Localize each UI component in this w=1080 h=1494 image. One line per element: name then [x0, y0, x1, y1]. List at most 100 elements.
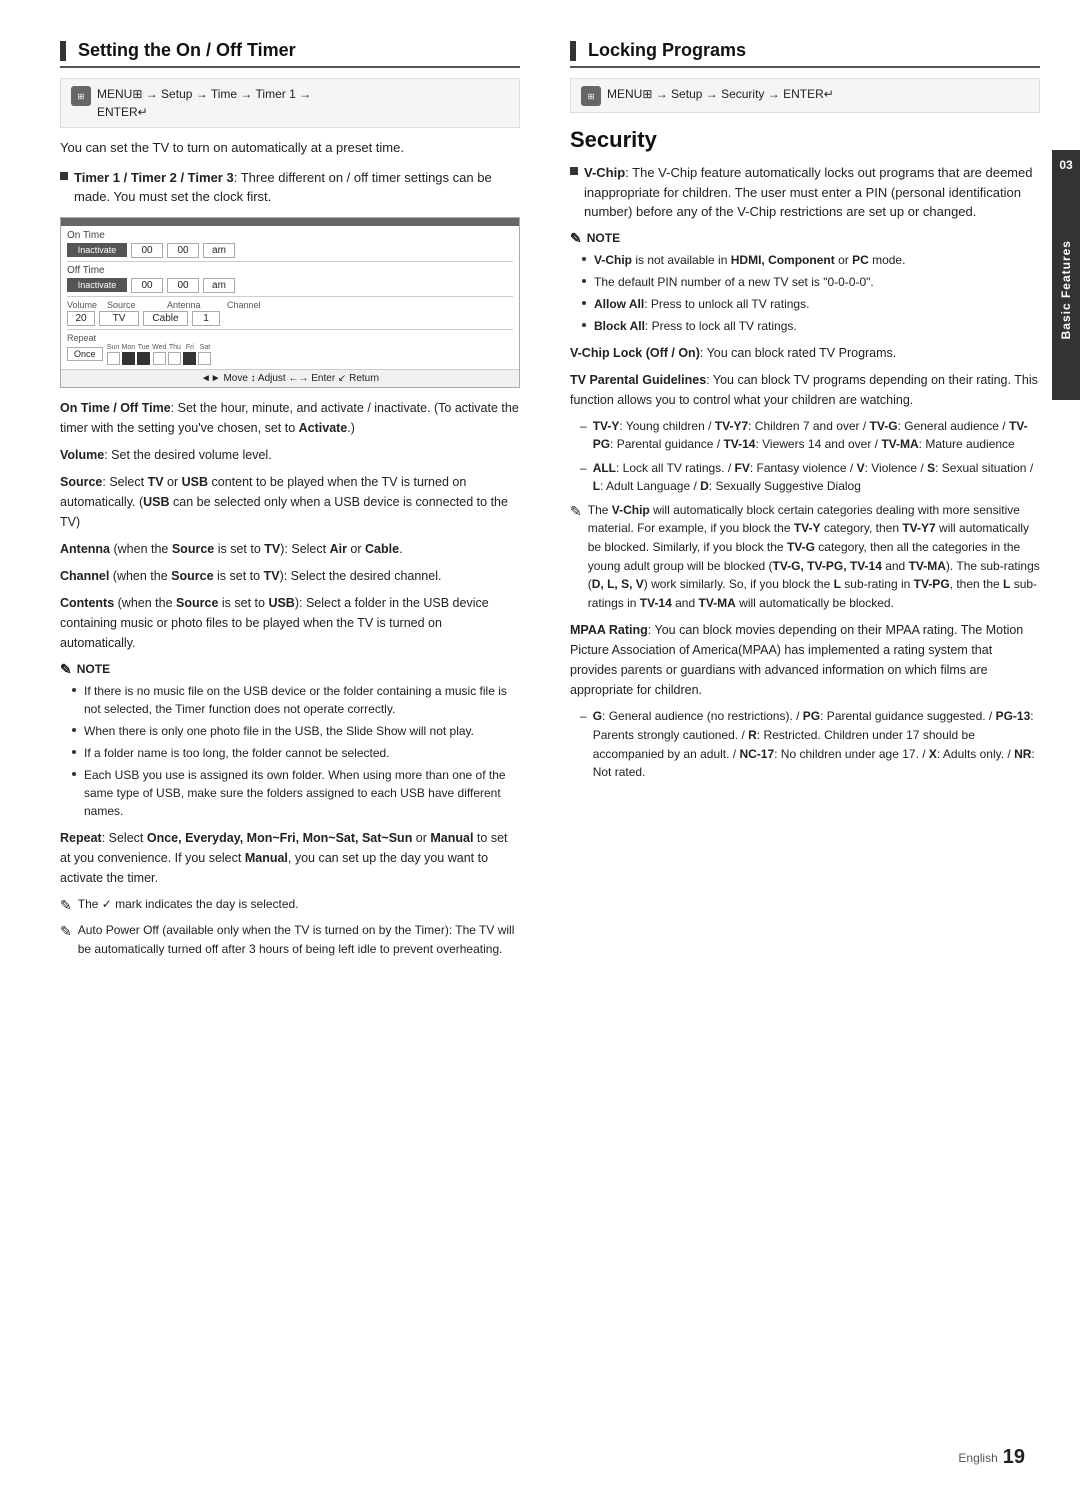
day-mon[interactable] — [122, 352, 135, 365]
inactivate-btn-off[interactable]: Inactivate — [67, 278, 127, 292]
left-section-title: Setting the On / Off Timer — [60, 40, 520, 68]
bullet-square-icon — [60, 172, 68, 180]
checkmark-note: ✎ The ✓ mark indicates the day is select… — [60, 895, 520, 917]
menu-icon: ⊞ — [71, 86, 91, 106]
volume-val[interactable]: 20 — [67, 311, 95, 326]
vchip-lock-para: V-Chip Lock (Off / On): You can block ra… — [570, 343, 1040, 363]
channel-val[interactable]: 1 — [192, 311, 220, 326]
timer-bullet-text: Timer 1 / Timer 2 / Timer 3: Three diffe… — [74, 168, 520, 207]
off-time-label: Off Time — [67, 265, 513, 276]
right-menu-path-text: MENU⊞ → Setup → Security → ENTER↵ — [607, 85, 834, 103]
sidebar-number: 03 — [1052, 150, 1080, 180]
note-dot-2 — [72, 728, 76, 732]
right-note-bullet-4: Block All: Press to lock all TV ratings. — [570, 317, 1040, 335]
source-para: Source: Select TV or USB content to be p… — [60, 472, 520, 532]
timer-inner: On Time Inactivate 00 00 am Off Time Ina… — [61, 226, 519, 369]
note-bullet-3: If a folder name is too long, the folder… — [60, 744, 520, 762]
off-time-min[interactable]: 00 — [167, 278, 199, 293]
off-time-hour[interactable]: 00 — [131, 278, 163, 293]
vchip-bullet-square-icon — [570, 167, 578, 175]
right-note-dot-1 — [582, 257, 586, 261]
note-bullet-4: Each USB you use is assigned its own fol… — [60, 766, 520, 820]
off-time-row: Inactivate 00 00 am — [67, 278, 513, 293]
volume-para: Volume: Set the desired volume level. — [60, 445, 520, 465]
repeat-para: Repeat: Select Once, Everyday, Mon~Fri, … — [60, 828, 520, 888]
note-header: ✎ NOTE — [60, 661, 520, 678]
on-time-ampm[interactable]: am — [203, 243, 235, 258]
note-bullet-2: When there is only one photo file in the… — [60, 722, 520, 740]
dash-bullet-3: – G: General audience (no restrictions).… — [570, 707, 1040, 781]
timer-box: On Time Inactivate 00 00 am Off Time Ina… — [60, 217, 520, 388]
note-dot-1 — [72, 688, 76, 692]
on-off-time-para: On Time / Off Time: Set the hour, minute… — [60, 398, 520, 438]
note-section: ✎ NOTE If there is no music file on the … — [60, 661, 520, 820]
volume-source-labels: Volume Source Antenna Channel — [67, 300, 513, 310]
right-note-bullet-1: V-Chip is not available in HDMI, Compone… — [570, 251, 1040, 269]
day-fri[interactable] — [183, 352, 196, 365]
tv-parental-para: TV Parental Guidelines: You can block TV… — [570, 370, 1040, 410]
on-time-label: On Time — [67, 230, 513, 241]
channel-para: Channel (when the Source is set to TV): … — [60, 566, 520, 586]
off-time-ampm[interactable]: am — [203, 278, 235, 293]
source-val[interactable]: TV — [99, 311, 139, 326]
day-tue[interactable] — [137, 352, 150, 365]
on-time-hour[interactable]: 00 — [131, 243, 163, 258]
contents-para: Contents (when the Source is set to USB)… — [60, 593, 520, 653]
vchip-auto-icon: ✎ — [570, 501, 582, 613]
day-sun[interactable] — [107, 352, 120, 365]
page: Basic Features 03 Setting the On / Off T… — [0, 0, 1080, 1494]
day-wed[interactable] — [153, 352, 166, 365]
note-dot-3 — [72, 750, 76, 754]
timer-nav: ◄► Move ↕ Adjust ←→ Enter ↙ Return — [61, 369, 519, 387]
antenna-val[interactable]: Cable — [143, 311, 188, 326]
note-dot-4 — [72, 772, 76, 776]
right-note-section: ✎ NOTE V-Chip is not available in HDMI, … — [570, 230, 1040, 335]
checkmark-note-icon: ✎ — [60, 895, 72, 917]
repeat-label-row: Repeat — [67, 333, 513, 343]
right-title-bar-icon — [570, 41, 576, 61]
mpaa-para: MPAA Rating: You can block movies depend… — [570, 620, 1040, 700]
right-menu-icon: ⊞ — [581, 86, 601, 106]
sidebar-label: Basic Features — [1059, 240, 1073, 339]
timer-divider-1 — [67, 261, 513, 262]
right-note-header: ✎ NOTE — [570, 230, 1040, 247]
security-title: Security — [570, 127, 1040, 153]
dash-char-3: – — [580, 707, 587, 781]
right-section-title: Locking Programs — [570, 40, 1040, 68]
note-icon: ✎ — [60, 661, 72, 678]
right-note-icon: ✎ — [570, 230, 582, 247]
dash-char-1: – — [580, 417, 587, 454]
days-row: Sun Mon Tue — [107, 344, 212, 365]
repeat-row: Once Sun Mon — [67, 344, 513, 365]
left-column: Setting the On / Off Timer ⊞ MENU⊞ → Set… — [60, 40, 550, 1464]
menu-path-text: MENU⊞ → Setup → Time → Timer 1 →ENTER↵ — [97, 85, 311, 121]
volume-source-row: 20 TV Cable 1 — [67, 311, 513, 326]
antenna-para: Antenna (when the Source is set to TV): … — [60, 539, 520, 559]
auto-power-icon: ✎ — [60, 921, 72, 958]
page-number-area: English 19 — [958, 1446, 1025, 1469]
vchip-bullet-text: V-Chip: The V-Chip feature automatically… — [584, 163, 1040, 222]
on-time-row: Inactivate 00 00 am — [67, 243, 513, 258]
right-column: Locking Programs ⊞ MENU⊞ → Setup → Secur… — [550, 40, 1040, 1464]
intro-text: You can set the TV to turn on automatica… — [60, 138, 520, 158]
dash-bullet-1: – TV-Y: Young children / TV-Y7: Children… — [570, 417, 1040, 454]
timer-title — [61, 218, 519, 226]
vchip-auto-note: ✎ The V-Chip will automatically block ce… — [570, 501, 1040, 613]
inactivate-btn-on[interactable]: Inactivate — [67, 243, 127, 257]
auto-power-off-note: ✎ Auto Power Off (available only when th… — [60, 921, 520, 958]
day-sat[interactable] — [198, 352, 211, 365]
left-menu-path: ⊞ MENU⊞ → Setup → Time → Timer 1 →ENTER↵ — [60, 78, 520, 128]
day-thu[interactable] — [168, 352, 181, 365]
once-btn[interactable]: Once — [67, 347, 103, 361]
right-menu-path: ⊞ MENU⊞ → Setup → Security → ENTER↵ — [570, 78, 1040, 113]
content-area: Setting the On / Off Timer ⊞ MENU⊞ → Set… — [0, 0, 1052, 1494]
timer-bullet: Timer 1 / Timer 2 / Timer 3: Three diffe… — [60, 168, 520, 207]
right-note-dot-4 — [582, 323, 586, 327]
dash-char-2: – — [580, 459, 587, 496]
right-note-dot-3 — [582, 301, 586, 305]
dash-bullet-2: – ALL: Lock all TV ratings. / FV: Fantas… — [570, 459, 1040, 496]
note-bullet-1: If there is no music file on the USB dev… — [60, 682, 520, 718]
on-time-min[interactable]: 00 — [167, 243, 199, 258]
timer-divider-3 — [67, 329, 513, 330]
side-tab: Basic Features — [1052, 180, 1080, 400]
